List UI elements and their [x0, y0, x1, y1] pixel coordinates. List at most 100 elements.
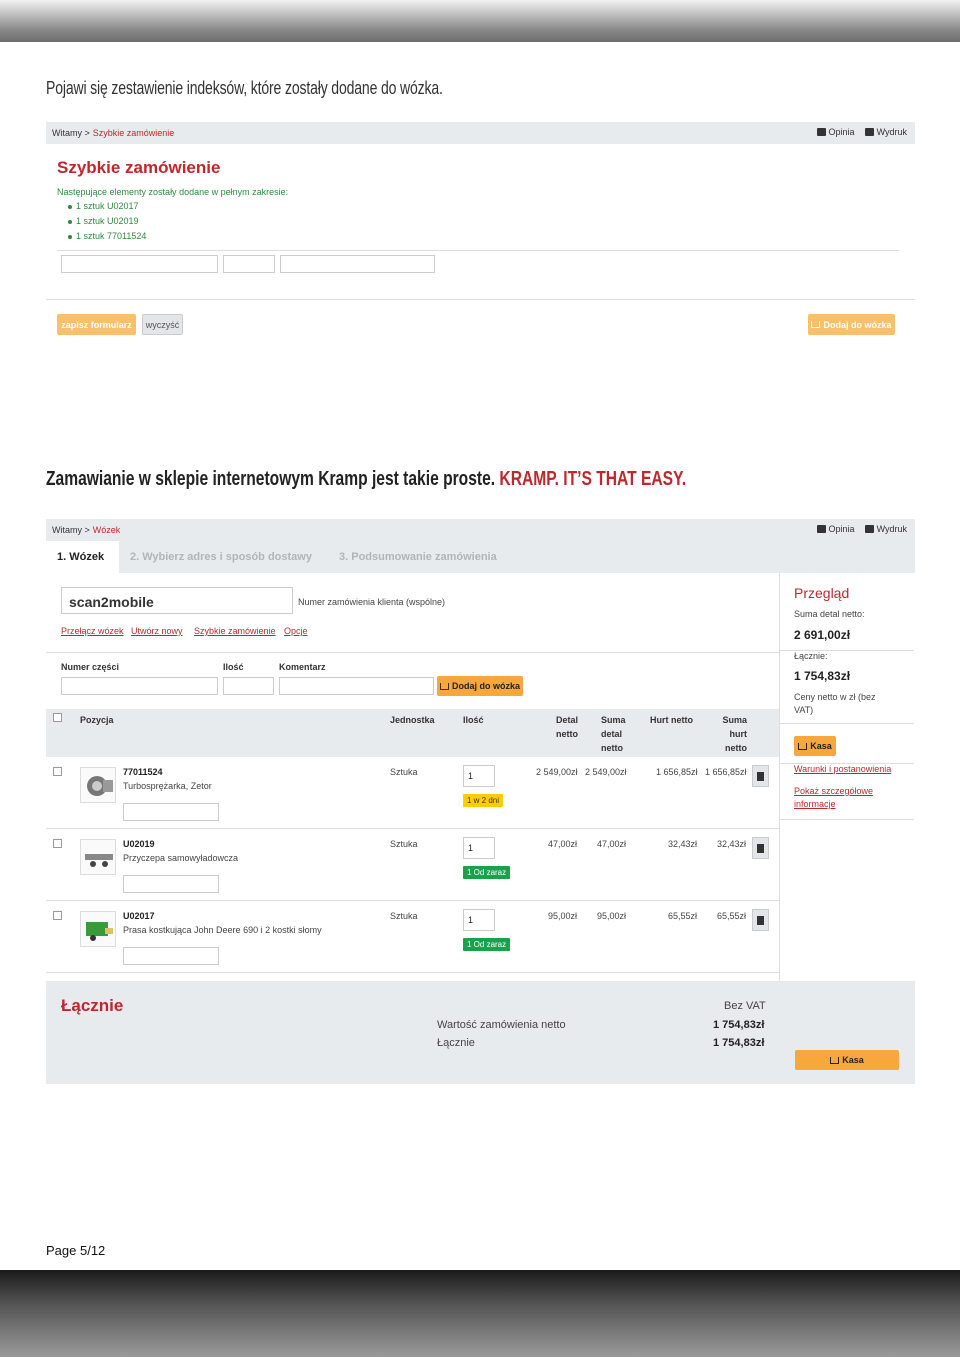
- add-to-cart-button[interactable]: Dodaj do wózka: [808, 314, 895, 335]
- switch-cart-link[interactable]: Przełącz wózek: [61, 626, 124, 636]
- grand-total-value: 1 754,83zł: [713, 1037, 765, 1049]
- tab-address[interactable]: 2. Wybierz adres i sposób dostawy: [130, 541, 312, 573]
- checkout-button[interactable]: Kasa: [795, 1050, 899, 1070]
- col-qty: Ilość: [463, 715, 484, 725]
- row-comment-input[interactable]: [123, 875, 219, 893]
- options-link[interactable]: Opcje: [284, 626, 308, 636]
- bottom-bar: [0, 1270, 960, 1357]
- part-number-input[interactable]: [61, 677, 218, 695]
- totals-title: Łącznie: [61, 996, 124, 1015]
- quantity-input[interactable]: [223, 677, 274, 695]
- turbocharger-image: [87, 776, 113, 796]
- clear-button[interactable]: wyczyść: [142, 314, 183, 335]
- trailer-image: [85, 854, 113, 867]
- tab-summary[interactable]: 3. Podsumowanie zamówienia: [339, 541, 497, 573]
- part-number-input[interactable]: [61, 255, 218, 273]
- brand-slogan: KRAMP. IT’S THAT EASY.: [499, 468, 687, 490]
- col-suma-hurt-line3: netto: [725, 743, 747, 753]
- totals-section: Łącznie Bez VAT Wartość zamówienia netto…: [46, 981, 915, 1084]
- print-icon: [864, 525, 874, 533]
- cart-form: scan2mobile Numer zamówienia klienta (ws…: [46, 573, 779, 653]
- table-row: U02019 Przyczepa samowyładowcza Sztuka 1…: [46, 829, 779, 901]
- order-value: 1 754,83zł: [713, 1019, 765, 1031]
- wydruk-label: Wydruk: [876, 524, 907, 534]
- success-note: Następujące elementy zostały dodane w pe…: [57, 187, 289, 197]
- tab-cart[interactable]: 1. Wózek: [46, 541, 119, 573]
- overview-total-value: 1 754,83zł: [794, 669, 851, 683]
- row-quantity-input[interactable]: 1: [463, 837, 495, 859]
- comment-input[interactable]: [279, 677, 434, 695]
- row-hurt: 1 656,85zł: [656, 767, 698, 777]
- col-suma-detal: Suma detal netto: [601, 713, 626, 755]
- row-hurt: 32,43zł: [668, 839, 698, 849]
- headline: Zamawianie w sklepie internetowym Kramp …: [46, 468, 686, 491]
- delete-button[interactable]: [752, 909, 769, 931]
- availability-badge: 1 Od zaraz: [463, 866, 511, 879]
- row-comment-input[interactable]: [123, 803, 219, 821]
- product-name: Turbosprężarka, Zetor: [123, 781, 212, 791]
- cart-icon: [439, 682, 449, 690]
- divider: [780, 819, 914, 820]
- page-title: Szybkie zamówienie: [57, 158, 221, 177]
- order-name-label: Numer zamówienia klienta (wspólne): [298, 597, 446, 607]
- opinia-label: Opinia: [828, 127, 855, 137]
- wydruk-link[interactable]: Wydruk: [864, 127, 907, 137]
- trash-icon: [757, 771, 764, 781]
- quantity-input[interactable]: [223, 255, 275, 273]
- checkout-button[interactable]: Kasa: [794, 736, 836, 756]
- cart-panel: Witamy > Wózek Opinia Wydruk 1. Wózek 2.…: [46, 519, 915, 1084]
- breadcrumb-home[interactable]: Witamy >: [52, 128, 90, 138]
- col-suma-hurt-line1: Suma: [722, 715, 747, 725]
- print-icon: [864, 128, 874, 136]
- select-all-checkbox[interactable]: [53, 713, 62, 722]
- row-checkbox[interactable]: [53, 839, 62, 848]
- product-code[interactable]: U02019: [123, 839, 155, 849]
- col-position: Pozycja: [80, 715, 114, 725]
- overview-title: Przegląd: [794, 585, 850, 601]
- wydruk-label: Wydruk: [876, 127, 907, 137]
- breadcrumb: Witamy > Szybkie zamówienie Opinia Wydru…: [46, 122, 915, 144]
- add-to-cart-button[interactable]: Dodaj do wózka: [437, 676, 523, 696]
- terms-link[interactable]: Warunki i postanowienia: [794, 764, 891, 774]
- create-new-link[interactable]: Utwórz nowy: [131, 626, 183, 636]
- breadcrumb-current[interactable]: Wózek: [93, 525, 121, 535]
- col-detal-line1: Detal: [555, 715, 578, 725]
- comment-input[interactable]: [280, 255, 435, 273]
- order-name-input[interactable]: scan2mobile: [61, 587, 293, 614]
- delete-button[interactable]: [752, 765, 769, 787]
- wydruk-link[interactable]: Wydruk: [864, 524, 907, 534]
- product-thumbnail: [80, 911, 116, 947]
- save-form-button[interactable]: zapisz formularz: [57, 314, 136, 335]
- row-suma-detal: 47,00zł: [597, 839, 627, 849]
- trash-icon: [757, 915, 764, 925]
- product-code[interactable]: 77011524: [123, 767, 163, 777]
- product-code[interactable]: U02017: [123, 911, 155, 921]
- row-checkbox[interactable]: [53, 911, 62, 920]
- overview-vat-note: Ceny netto w zł (bez VAT): [794, 692, 876, 715]
- row-checkbox[interactable]: [53, 767, 62, 776]
- quick-order-link[interactable]: Szybkie zamówienie: [194, 626, 276, 636]
- row-detal: 95,00zł: [548, 911, 578, 921]
- grand-total-label: Łącznie: [437, 1037, 475, 1049]
- divider: [46, 299, 915, 300]
- delete-button[interactable]: [752, 837, 769, 859]
- trash-icon: [757, 843, 764, 853]
- opinia-link[interactable]: Opinia: [816, 524, 855, 534]
- product-name: Prasa kostkująca John Deere 690 i 2 kost…: [123, 925, 322, 935]
- table-header: Pozycja Jednostka Ilość Detal netto Suma d…: [46, 709, 779, 757]
- row-quantity-input[interactable]: 1: [463, 765, 495, 787]
- overview-sum-value: 2 691,00zł: [794, 628, 851, 642]
- row-comment-input[interactable]: [123, 947, 219, 965]
- breadcrumb-home[interactable]: Witamy >: [52, 525, 90, 535]
- col-hurt: Hurt netto: [650, 715, 693, 725]
- comment-icon: [816, 128, 826, 136]
- top-bar: [0, 0, 960, 42]
- breadcrumb-current[interactable]: Szybkie zamówienie: [93, 128, 175, 138]
- cart-icon: [830, 1056, 840, 1064]
- col-unit: Jednostka: [390, 715, 435, 725]
- row-quantity-input[interactable]: 1: [463, 909, 495, 931]
- details-link[interactable]: Pokaż szczegółowe informacje: [794, 785, 884, 811]
- opinia-link[interactable]: Opinia: [816, 127, 855, 137]
- quick-order-panel: Witamy > Szybkie zamówienie Opinia Wydru…: [46, 122, 915, 342]
- checkout-label: Kasa: [842, 1055, 864, 1065]
